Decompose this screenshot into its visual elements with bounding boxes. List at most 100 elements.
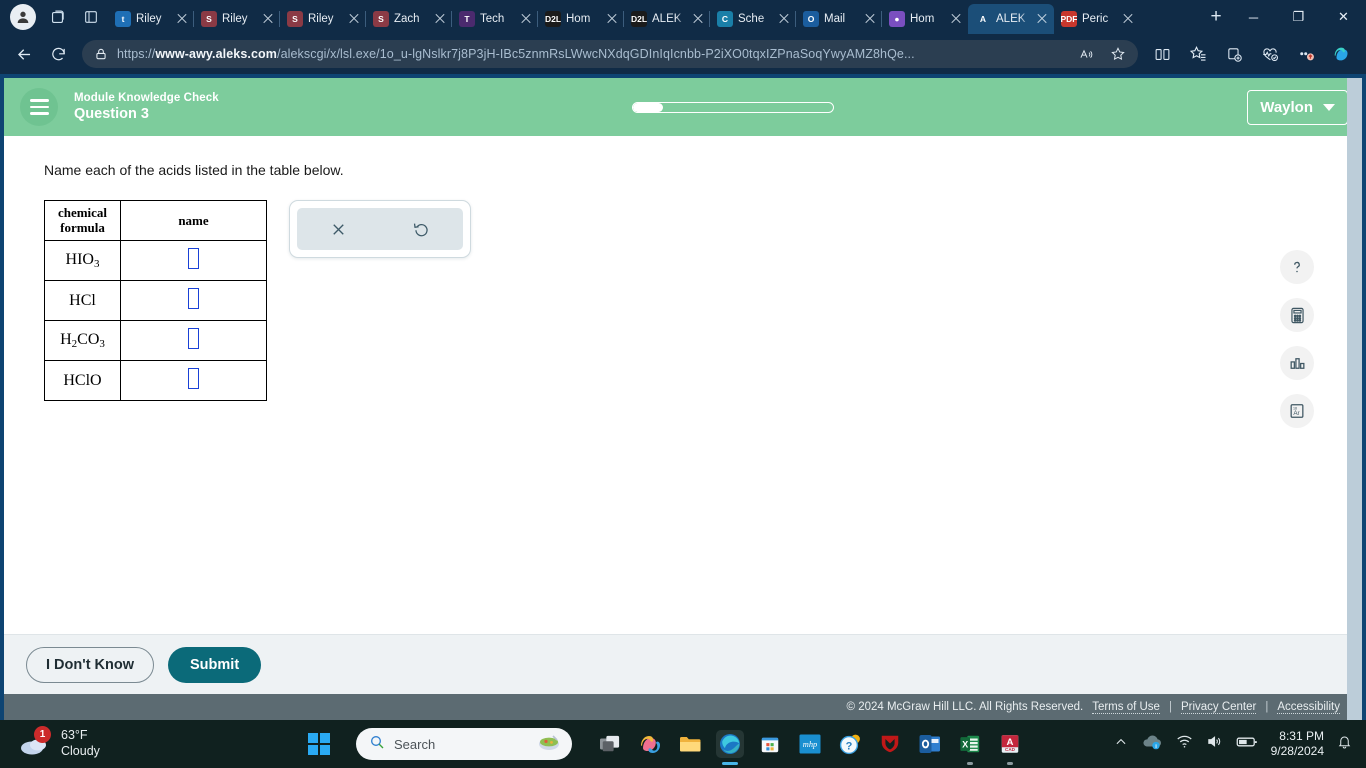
privacy-center-link[interactable]: Privacy Center xyxy=(1180,701,1257,714)
tab-close-icon[interactable] xyxy=(949,12,963,26)
svg-text:CAD: CAD xyxy=(1005,747,1016,752)
accessibility-link[interactable]: Accessibility xyxy=(1277,701,1340,714)
notifications-bell-icon[interactable] xyxy=(1337,734,1352,755)
browser-tab[interactable]: D2L ALEK xyxy=(623,4,710,34)
cell-name[interactable] xyxy=(120,280,267,321)
mheducation-icon[interactable]: mhp xyxy=(796,730,824,758)
microsoft-store-icon[interactable] xyxy=(756,730,784,758)
browser-tab[interactable]: T Tech xyxy=(451,4,538,34)
browser-tab[interactable]: S Riley xyxy=(193,4,280,34)
browser-tab[interactable]: O Mail xyxy=(795,4,882,34)
submit-button[interactable]: Submit xyxy=(168,646,262,683)
taskbar-clock[interactable]: 8:31 PM 9/28/2024 xyxy=(1271,729,1324,759)
dont-know-button[interactable]: I Don't Know xyxy=(26,646,155,683)
tab-favicon: S xyxy=(201,11,217,27)
tab-title: Riley xyxy=(308,13,334,25)
tab-close-icon[interactable] xyxy=(519,12,533,26)
hamburger-menu-icon[interactable] xyxy=(20,88,58,126)
battery-icon[interactable] xyxy=(1236,735,1258,754)
table-row: HClO xyxy=(44,360,267,401)
weather-condition: Cloudy xyxy=(61,744,100,758)
weather-widget[interactable]: 1 63°F Cloudy xyxy=(18,726,308,759)
tab-close-icon[interactable] xyxy=(347,12,361,26)
excel-icon[interactable]: X xyxy=(956,730,984,765)
mcafee-icon[interactable] xyxy=(876,730,904,758)
tab-close-icon[interactable] xyxy=(605,12,619,26)
reload-icon[interactable] xyxy=(42,38,74,70)
undo-icon[interactable] xyxy=(402,212,442,246)
copilot-icon[interactable] xyxy=(636,730,664,758)
tab-actions-icon[interactable] xyxy=(74,2,108,32)
get-help-icon[interactable]: ? xyxy=(836,730,864,758)
browser-tab[interactable]: D2L Hom xyxy=(537,4,624,34)
onedrive-icon[interactable]: i xyxy=(1141,734,1163,755)
profile-avatar[interactable] xyxy=(10,4,36,30)
autocad-icon[interactable]: A CAD xyxy=(996,730,1024,765)
chevron-down-icon xyxy=(1323,103,1335,111)
show-hidden-icons-icon[interactable] xyxy=(1114,735,1128,754)
cell-name[interactable] xyxy=(120,240,267,281)
split-screen-icon[interactable] xyxy=(1146,38,1178,70)
taskbar-apps: mhp ? X A CAD xyxy=(596,730,1024,765)
tab-close-icon[interactable] xyxy=(433,12,447,26)
windows-start-icon[interactable] xyxy=(308,733,330,755)
edge-browser-icon[interactable] xyxy=(716,730,744,765)
tab-close-icon[interactable] xyxy=(691,12,705,26)
tab-close-icon[interactable] xyxy=(1035,12,1049,26)
page-scrollbar[interactable] xyxy=(1347,78,1362,720)
workspaces-icon[interactable] xyxy=(40,2,74,32)
bar-chart-icon[interactable] xyxy=(1280,346,1314,380)
outlook-icon[interactable] xyxy=(916,730,944,758)
collections-icon[interactable] xyxy=(1218,38,1250,70)
browser-tab[interactable]: S Riley xyxy=(279,4,366,34)
maximize-button[interactable]: ❐ xyxy=(1276,0,1321,34)
taskbar-search[interactable]: Search xyxy=(356,728,572,760)
wifi-icon[interactable] xyxy=(1176,734,1193,754)
browser-tab[interactable]: PDF Peric xyxy=(1054,4,1140,34)
read-aloud-icon[interactable] xyxy=(1074,43,1098,65)
back-arrow-icon[interactable] xyxy=(8,38,40,70)
tab-close-icon[interactable] xyxy=(1121,12,1135,26)
address-bar[interactable]: https://www-awy.aleks.com/alekscgi/x/lsl… xyxy=(82,40,1138,68)
task-view-icon[interactable] xyxy=(596,730,624,758)
close-window-button[interactable]: ✕ xyxy=(1321,0,1366,34)
browser-tab[interactable]: A ALEK xyxy=(968,4,1054,34)
svg-text:mhp: mhp xyxy=(803,740,817,749)
answer-input-2[interactable] xyxy=(188,327,199,349)
browser-tab[interactable]: C Sche xyxy=(709,4,796,34)
tab-close-icon[interactable] xyxy=(261,12,275,26)
cell-name[interactable] xyxy=(120,360,267,401)
system-tray: i 8:31 PM 9/28/2024 xyxy=(1114,729,1366,759)
copilot-icon[interactable] xyxy=(1326,38,1358,70)
periodic-table-icon[interactable]: 18 Ar xyxy=(1280,394,1314,428)
browser-essentials-icon[interactable] xyxy=(1254,38,1286,70)
favorites-hub-icon[interactable] xyxy=(1182,38,1214,70)
user-menu-button[interactable]: Waylon xyxy=(1247,89,1348,125)
answer-input-3[interactable] xyxy=(188,367,199,389)
browser-tab[interactable]: t Riley xyxy=(108,4,194,34)
browser-tab[interactable]: ● Hom xyxy=(881,4,968,34)
cell-name[interactable] xyxy=(120,320,267,361)
minimize-button[interactable]: ─ xyxy=(1231,0,1276,34)
tab-close-icon[interactable] xyxy=(863,12,877,26)
tab-close-icon[interactable] xyxy=(777,12,791,26)
tab-title: Hom xyxy=(566,13,591,25)
answer-input-1[interactable] xyxy=(188,287,199,309)
browser-tab[interactable]: S Zach xyxy=(365,4,452,34)
terms-of-use-link[interactable]: Terms of Use xyxy=(1092,701,1160,714)
new-tab-button[interactable]: + xyxy=(1201,3,1231,31)
tab-title: Mail xyxy=(824,13,846,25)
tab-title: Zach xyxy=(394,13,420,25)
aleks-page: Module Knowledge Check Question 3 Waylon… xyxy=(4,78,1362,720)
favorite-star-icon[interactable] xyxy=(1106,43,1130,65)
answer-input-0[interactable] xyxy=(188,247,199,269)
volume-icon[interactable] xyxy=(1206,734,1223,754)
calculator-icon[interactable] xyxy=(1280,298,1314,332)
header-name: name xyxy=(120,200,267,241)
clear-x-icon[interactable] xyxy=(319,212,359,246)
settings-more-icon[interactable] xyxy=(1290,38,1322,70)
tab-close-icon[interactable] xyxy=(175,12,189,26)
page-footer: © 2024 McGraw Hill LLC. All Rights Reser… xyxy=(4,694,1362,720)
file-explorer-icon[interactable] xyxy=(676,730,704,758)
help-icon[interactable] xyxy=(1280,250,1314,284)
